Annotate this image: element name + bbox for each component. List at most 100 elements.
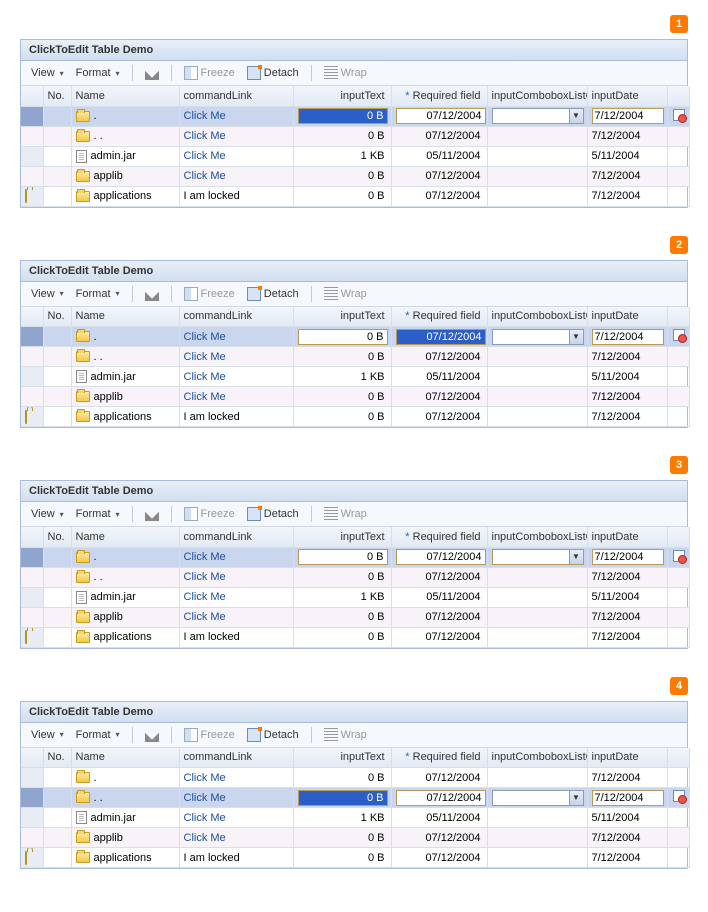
chevron-down-icon[interactable]: ▼	[569, 109, 583, 123]
cell-name[interactable]: . .	[71, 347, 179, 367]
col-name[interactable]: Name	[71, 527, 179, 547]
commandlink[interactable]: Click Me	[184, 150, 226, 162]
detach-button[interactable]: Detach	[243, 505, 303, 523]
commandlink[interactable]: Click Me	[184, 130, 226, 142]
commandlink[interactable]: Click Me	[184, 110, 226, 122]
view-menu[interactable]: View	[27, 65, 68, 81]
commandlink[interactable]: Click Me	[184, 812, 226, 824]
row-selector[interactable]	[21, 828, 43, 848]
col-inputdate[interactable]: inputDate	[587, 527, 667, 547]
row-selector[interactable]	[21, 347, 43, 367]
cell-name[interactable]: applib	[71, 387, 179, 407]
inputtext-field[interactable]: 0 B	[298, 108, 388, 124]
commandlink[interactable]: Click Me	[184, 351, 226, 363]
row-selector[interactable]	[21, 407, 43, 427]
freeze-button[interactable]: Freeze	[180, 285, 239, 303]
cell-name[interactable]: applications	[71, 848, 179, 868]
col-combo[interactable]: inputComboboxListOf	[487, 307, 587, 327]
cell-name[interactable]: .	[71, 327, 179, 347]
cell-name[interactable]: applib	[71, 828, 179, 848]
cell-name[interactable]: .	[71, 768, 179, 788]
cell-name[interactable]: applications	[71, 627, 179, 647]
commandlink[interactable]: Click Me	[184, 832, 226, 844]
view-menu[interactable]: View	[27, 286, 68, 302]
col-inputdate[interactable]: inputDate	[587, 307, 667, 327]
commandlink[interactable]: Click Me	[184, 591, 226, 603]
wrap-button[interactable]: Wrap	[320, 64, 371, 82]
combo-field[interactable]: ▼	[492, 549, 584, 565]
table-row[interactable]: . Click Me 0 B 07/12/2004 7/12/2004	[21, 768, 689, 788]
row-action-icon[interactable]	[672, 789, 686, 803]
detach-button[interactable]: Detach	[243, 285, 303, 303]
row-action-icon[interactable]	[672, 549, 686, 563]
col-inputtext[interactable]: inputText	[293, 527, 391, 547]
combo-field[interactable]: ▼	[492, 329, 584, 345]
commandlink[interactable]: Click Me	[184, 371, 226, 383]
col-no[interactable]: No.	[43, 307, 71, 327]
inputtext-field[interactable]: 0 B	[298, 790, 388, 806]
cell-name[interactable]: admin.jar	[71, 587, 179, 607]
row-selector[interactable]	[21, 768, 43, 788]
required-field[interactable]: 07/12/2004	[396, 790, 486, 806]
cell-name[interactable]: . .	[71, 126, 179, 146]
chevron-down-icon[interactable]: ▼	[569, 550, 583, 564]
chevron-down-icon[interactable]: ▼	[569, 330, 583, 344]
cut-button[interactable]	[141, 64, 163, 82]
freeze-button[interactable]: Freeze	[180, 726, 239, 744]
cell-name[interactable]: applib	[71, 166, 179, 186]
table-row[interactable]: applib Click Me 0 B 07/12/2004 7/12/2004	[21, 387, 689, 407]
col-commandlink[interactable]: commandLink	[179, 86, 293, 106]
col-commandlink[interactable]: commandLink	[179, 748, 293, 768]
col-combo[interactable]: inputComboboxListOf	[487, 748, 587, 768]
cut-button[interactable]	[141, 505, 163, 523]
col-inputtext[interactable]: inputText	[293, 748, 391, 768]
commandlink[interactable]: Click Me	[184, 170, 226, 182]
detach-button[interactable]: Detach	[243, 64, 303, 82]
view-menu[interactable]: View	[27, 506, 68, 522]
row-selector[interactable]	[21, 106, 43, 126]
row-selector[interactable]	[21, 788, 43, 808]
row-selector[interactable]	[21, 587, 43, 607]
col-inputdate[interactable]: inputDate	[587, 86, 667, 106]
table-row[interactable]: . . Click Me 0 B 07/12/2004 7/12/2004	[21, 347, 689, 367]
format-menu[interactable]: Format	[72, 506, 124, 522]
cell-name[interactable]: .	[71, 547, 179, 567]
commandlink[interactable]: Click Me	[184, 571, 226, 583]
row-selector[interactable]	[21, 126, 43, 146]
required-field[interactable]: 07/12/2004	[396, 108, 486, 124]
col-combo[interactable]: inputComboboxListOf	[487, 86, 587, 106]
combo-field[interactable]: ▼	[492, 108, 584, 124]
table-row[interactable]: applications I am locked 0 B 07/12/2004 …	[21, 848, 689, 868]
col-required[interactable]: * Required field	[391, 527, 487, 547]
table-row[interactable]: admin.jar Click Me 1 KB 05/11/2004 5/11/…	[21, 587, 689, 607]
cell-name[interactable]: applications	[71, 407, 179, 427]
date-field[interactable]: 7/12/2004	[592, 549, 664, 565]
inputtext-field[interactable]: 0 B	[298, 549, 388, 565]
table-row[interactable]: applib Click Me 0 B 07/12/2004 7/12/2004	[21, 828, 689, 848]
required-field[interactable]: 07/12/2004	[396, 549, 486, 565]
table-row[interactable]: applications I am locked 0 B 07/12/2004 …	[21, 407, 689, 427]
wrap-button[interactable]: Wrap	[320, 505, 371, 523]
row-selector[interactable]	[21, 367, 43, 387]
wrap-button[interactable]: Wrap	[320, 726, 371, 744]
row-selector[interactable]	[21, 146, 43, 166]
freeze-button[interactable]: Freeze	[180, 64, 239, 82]
col-name[interactable]: Name	[71, 307, 179, 327]
commandlink[interactable]: Click Me	[184, 772, 226, 784]
view-menu[interactable]: View	[27, 727, 68, 743]
combo-field[interactable]: ▼	[492, 790, 584, 806]
table-row[interactable]: applications I am locked 0 B 07/12/2004 …	[21, 627, 689, 647]
col-no[interactable]: No.	[43, 527, 71, 547]
cell-name[interactable]: applications	[71, 186, 179, 206]
commandlink[interactable]: Click Me	[184, 551, 226, 563]
row-action-icon[interactable]	[672, 108, 686, 122]
table-row[interactable]: . Click Me 0 B 07/12/2004 ▼ 7/12/2004	[21, 327, 689, 347]
col-commandlink[interactable]: commandLink	[179, 307, 293, 327]
row-selector[interactable]	[21, 547, 43, 567]
row-selector[interactable]	[21, 808, 43, 828]
date-field[interactable]: 7/12/2004	[592, 329, 664, 345]
col-required[interactable]: * Required field	[391, 307, 487, 327]
row-selector[interactable]	[21, 607, 43, 627]
required-field[interactable]: 07/12/2004	[396, 329, 486, 345]
table-row[interactable]: . . Click Me 0 B 07/12/2004 7/12/2004	[21, 126, 689, 146]
